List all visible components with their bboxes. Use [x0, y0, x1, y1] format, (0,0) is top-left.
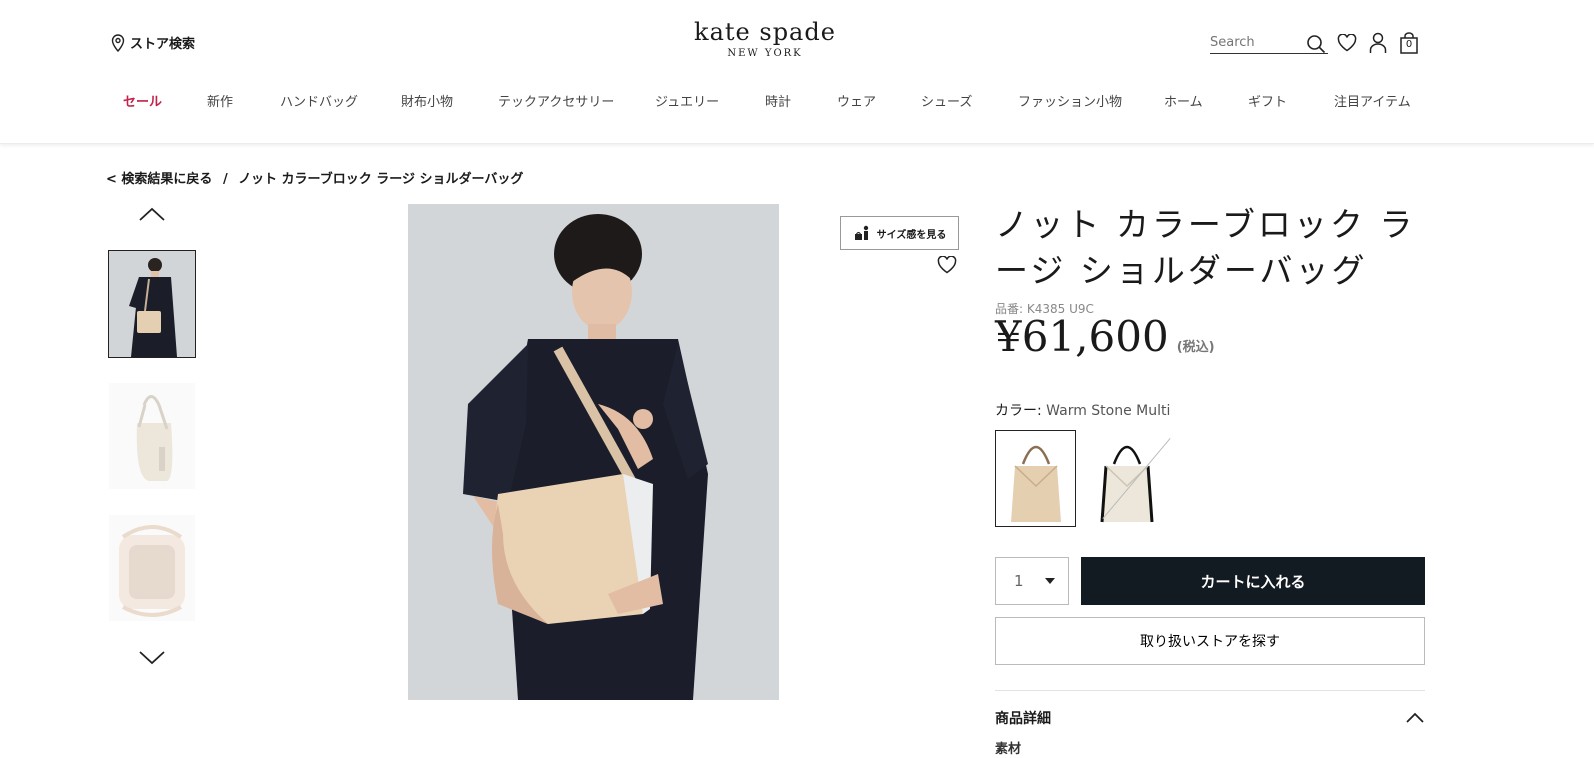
material-label: 素材 — [995, 742, 1022, 757]
nav-item-gifts[interactable]: ギフト — [1248, 91, 1287, 110]
find-store-button[interactable]: 取り扱いストアを探す — [995, 617, 1425, 665]
caret-down-icon — [1045, 578, 1055, 584]
site-header: ストア検索 kate spade NEW YORK 0 セール 新作 ハンドバッ… — [0, 0, 1594, 144]
thumb-prev-button[interactable] — [108, 206, 196, 230]
nav-item-clothing[interactable]: ウェア — [837, 91, 876, 110]
account-icon[interactable] — [1369, 32, 1387, 58]
search-icon[interactable] — [1306, 34, 1326, 58]
chevron-up-icon — [139, 207, 165, 221]
swatch-warm-stone-multi[interactable] — [995, 430, 1076, 527]
add-to-cart-button[interactable]: カートに入れる — [1081, 557, 1425, 605]
color-value: Warm Stone Multi — [1046, 403, 1171, 419]
breadcrumb-back-link[interactable]: < 検索結果に戻る — [106, 172, 212, 187]
thumb-next-button[interactable] — [108, 650, 196, 674]
quantity-select[interactable]: 1 — [995, 557, 1069, 605]
product-title: ノット カラーブロック ラージ ショルダーバッグ — [995, 205, 1416, 290]
cart-count-badge: 0 — [1405, 39, 1413, 50]
search-input[interactable] — [1210, 35, 1302, 50]
chevron-up-icon — [1406, 712, 1424, 723]
header-icons: 0 — [1337, 32, 1419, 58]
nav-item-shoes[interactable]: シューズ — [921, 91, 972, 110]
chevron-down-icon — [139, 651, 165, 665]
breadcrumb-current: ノット カラーブロック ラージ ショルダーバッグ — [238, 172, 524, 187]
swatch-black-cream[interactable] — [1086, 430, 1167, 527]
section-divider — [995, 690, 1425, 691]
heart-icon[interactable] — [1337, 33, 1357, 56]
search-box — [1210, 32, 1328, 54]
product-details-toggle[interactable]: 商品詳細 — [995, 708, 1425, 728]
quantity-value: 1 — [1014, 572, 1024, 590]
color-swatches — [995, 430, 1167, 527]
thumbnail-carousel — [108, 206, 196, 674]
tax-note: (税込) — [1176, 340, 1215, 355]
size-guide-button[interactable]: サイズ感を見る — [840, 216, 959, 250]
nav-item-featured[interactable]: 注目アイテム — [1334, 91, 1411, 110]
nav-item-accessories[interactable]: ファッション小物 — [1018, 91, 1122, 110]
shopping-bag-icon[interactable]: 0 — [1399, 32, 1419, 58]
thumbnail-bag-side[interactable] — [108, 382, 196, 490]
color-label-text: カラー: — [995, 403, 1042, 419]
size-guide-label: サイズ感を見る — [876, 229, 947, 241]
nav-item-watches[interactable]: 時計 — [765, 91, 791, 110]
main-product-image[interactable] — [408, 204, 779, 700]
color-label: カラー: Warm Stone Multi — [995, 400, 1170, 420]
details-heading: 商品詳細 — [995, 711, 1051, 727]
size-comparison-icon — [854, 225, 868, 240]
nav-item-sale[interactable]: セール — [123, 91, 162, 110]
nav-item-jewelry[interactable]: ジュエリー — [655, 91, 719, 110]
thumbnail-bag-top[interactable] — [108, 514, 196, 622]
thumbnail-model[interactable] — [108, 250, 196, 358]
product-price: ¥61,600 — [995, 312, 1169, 361]
nav-item-home[interactable]: ホーム — [1164, 91, 1203, 110]
nav-item-tech[interactable]: テックアクセサリー — [498, 91, 614, 110]
breadcrumb-separator: / — [222, 172, 228, 187]
nav-item-wallets[interactable]: 財布小物 — [401, 91, 453, 110]
nav-item-handbags[interactable]: ハンドバッグ — [280, 91, 358, 110]
breadcrumb: < 検索結果に戻る / ノット カラーブロック ラージ ショルダーバッグ — [106, 168, 529, 187]
nav-item-new[interactable]: 新作 — [207, 91, 233, 110]
wishlist-heart-icon[interactable] — [937, 255, 957, 278]
price-block: ¥61,600 (税込) — [995, 312, 1215, 361]
